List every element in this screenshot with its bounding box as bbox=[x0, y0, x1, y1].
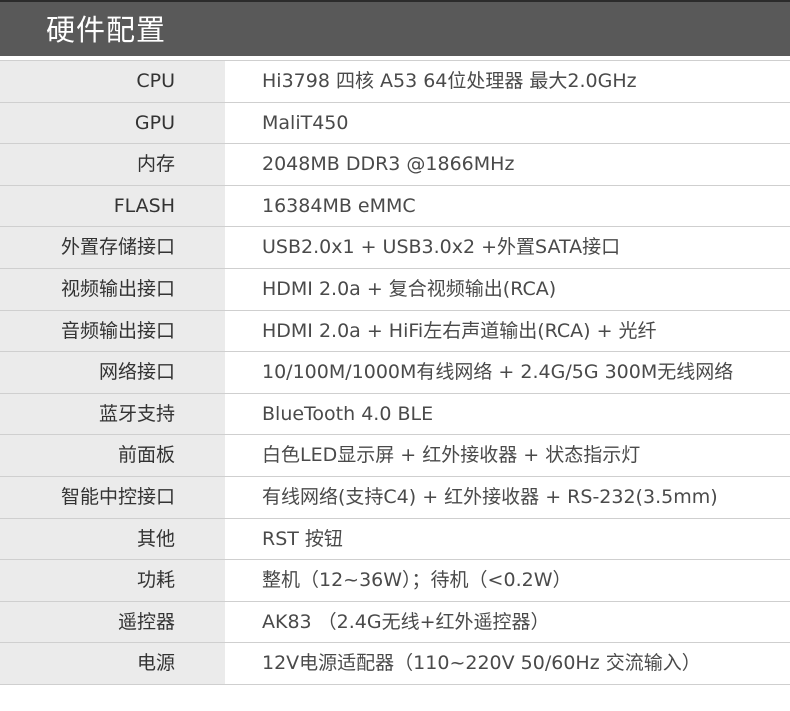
spec-label: 音频输出接口 bbox=[0, 310, 225, 352]
spec-label: CPU bbox=[0, 61, 225, 102]
spec-label: 内存 bbox=[0, 144, 225, 185]
spec-value: 12V电源适配器（110~220V 50/60Hz 交流输入） bbox=[262, 652, 701, 675]
spec-row-external-storage: 外置存储接口 USB2.0x1 + USB3.0x2 +外置SATA接口 bbox=[0, 227, 790, 269]
spec-label: 功耗 bbox=[0, 560, 225, 601]
spec-row-gpu: GPU MaliT450 bbox=[0, 102, 790, 145]
spec-value: 10/100M/1000M有线网络 + 2.4G/5G 300M无线网络 bbox=[262, 361, 734, 384]
spec-value: RST 按钮 bbox=[262, 527, 343, 550]
spec-row-power-consumption: 功耗 整机（12~36W）；待机（<0.2W） bbox=[0, 560, 790, 602]
spec-label: 遥控器 bbox=[0, 601, 225, 643]
spec-value: Hi3798 四核 A53 64位处理器 最大2.0GHz bbox=[262, 70, 637, 92]
spec-row-bluetooth: 蓝牙支持 BlueTooth 4.0 BLE bbox=[0, 393, 790, 436]
spec-label: FLASH bbox=[0, 185, 225, 227]
spec-label: 其他 bbox=[0, 518, 225, 560]
spec-label: 网络接口 bbox=[0, 352, 225, 393]
spec-value: AK83 （2.4G无线+红外遥控器） bbox=[262, 610, 550, 633]
spec-row-audio-output: 音频输出接口 HDMI 2.0a + HiFi左右声道输出(RCA) + 光纤 bbox=[0, 310, 790, 353]
spec-row-cpu: CPU Hi3798 四核 A53 64位处理器 最大2.0GHz bbox=[0, 61, 790, 103]
spec-label: 外置存储接口 bbox=[0, 227, 225, 268]
spec-table: CPU Hi3798 四核 A53 64位处理器 最大2.0GHz GPU Ma… bbox=[0, 60, 790, 685]
spec-label: 电源 bbox=[0, 643, 225, 684]
spec-row-flash: FLASH 16384MB eMMC bbox=[0, 185, 790, 228]
spec-value: 16384MB eMMC bbox=[262, 194, 416, 217]
spec-value: 整机（12~36W）；待机（<0.2W） bbox=[262, 569, 572, 592]
spec-value: HDMI 2.0a + 复合视频输出(RCA) bbox=[262, 277, 557, 300]
section-header: 硬件配置 bbox=[0, 0, 790, 56]
spec-value: 有线网络(支持C4) + 红外接收器 + RS-232(3.5mm) bbox=[262, 485, 718, 508]
spec-label: 视频输出接口 bbox=[0, 268, 225, 310]
spec-row-video-output: 视频输出接口 HDMI 2.0a + 复合视频输出(RCA) bbox=[0, 268, 790, 311]
spec-label: GPU bbox=[0, 102, 225, 144]
spec-label: 蓝牙支持 bbox=[0, 393, 225, 435]
spec-row-memory: 内存 2048MB DDR3 @1866MHz bbox=[0, 144, 790, 186]
spec-row-front-panel: 前面板 白色LED显示屏 + 红外接收器 + 状态指示灯 bbox=[0, 435, 790, 477]
spec-row-smart-control: 智能中控接口 有线网络(支持C4) + 红外接收器 + RS-232(3.5mm… bbox=[0, 476, 790, 519]
spec-row-network: 网络接口 10/100M/1000M有线网络 + 2.4G/5G 300M无线网… bbox=[0, 352, 790, 394]
spec-value: HDMI 2.0a + HiFi左右声道输出(RCA) + 光纤 bbox=[262, 319, 657, 342]
spec-label: 智能中控接口 bbox=[0, 476, 225, 518]
spec-value: MaliT450 bbox=[262, 111, 349, 134]
spec-value: BlueTooth 4.0 BLE bbox=[262, 402, 434, 425]
spec-value: 2048MB DDR3 @1866MHz bbox=[262, 153, 515, 176]
spec-row-other: 其他 RST 按钮 bbox=[0, 518, 790, 561]
spec-value: USB2.0x1 + USB3.0x2 +外置SATA接口 bbox=[262, 236, 621, 259]
spec-row-remote-control: 遥控器 AK83 （2.4G无线+红外遥控器） bbox=[0, 601, 790, 644]
section-title: 硬件配置 bbox=[46, 13, 167, 47]
spec-row-power-supply: 电源 12V电源适配器（110~220V 50/60Hz 交流输入） bbox=[0, 643, 790, 685]
spec-label: 前面板 bbox=[0, 435, 225, 476]
spec-value: 白色LED显示屏 + 红外接收器 + 状态指示灯 bbox=[262, 444, 641, 467]
